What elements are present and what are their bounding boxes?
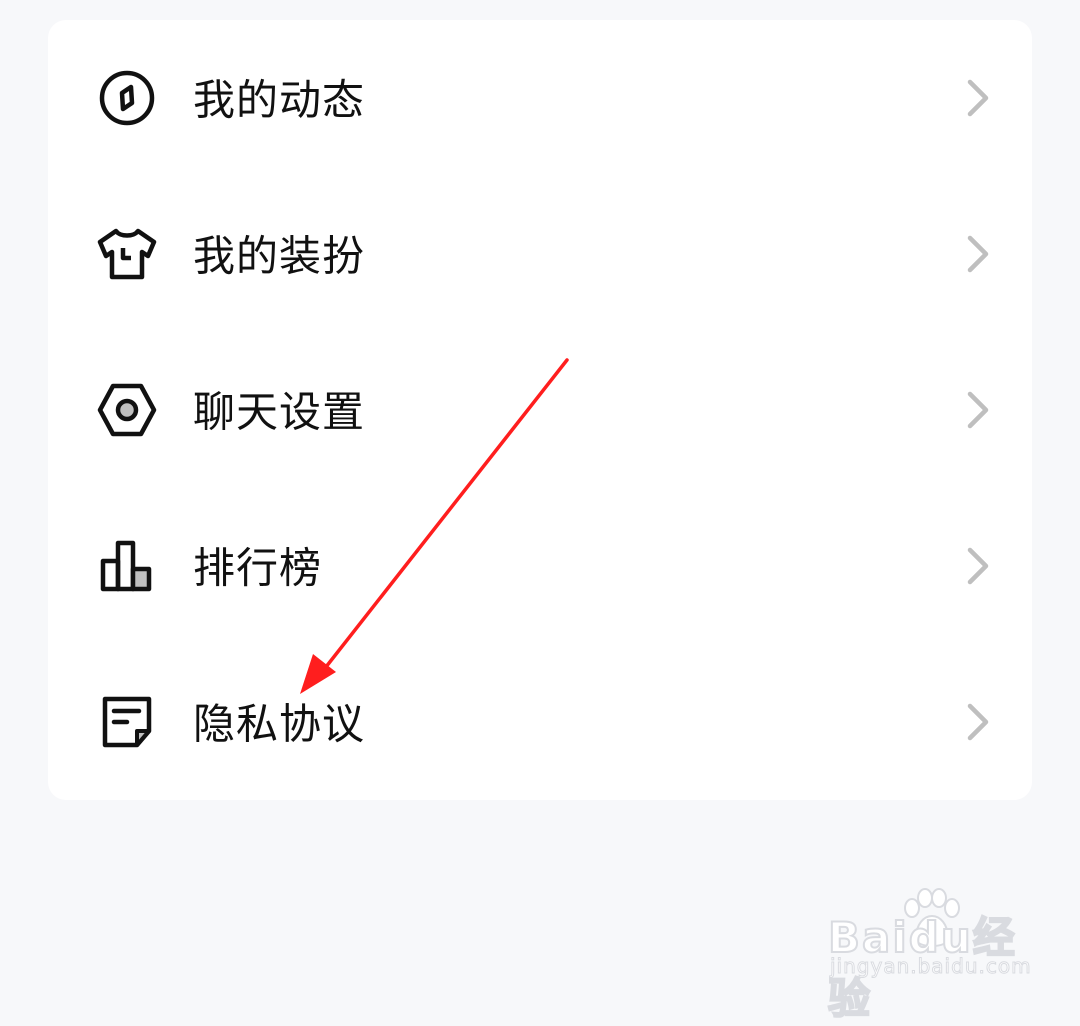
- chevron-right-icon: [967, 235, 989, 273]
- baidu-jingyan-watermark: Baidu经验 jingyan.baidu.com: [820, 888, 1050, 1024]
- chevron-right-icon: [967, 391, 989, 429]
- chevron-right-icon: [967, 79, 989, 117]
- settings-menu-card: 我的动态 我的装扮 聊天设置 排行榜 隐私协议: [48, 20, 1032, 800]
- menu-item-label: 我的装扮: [193, 231, 366, 281]
- compass-icon: [96, 67, 158, 129]
- settings-hexagon-icon: [96, 379, 158, 441]
- menu-item-label: 我的动态: [193, 75, 366, 125]
- menu-item-label: 排行榜: [193, 543, 323, 593]
- bar-chart-icon: [96, 535, 158, 597]
- menu-item-chat-settings[interactable]: 聊天设置: [48, 332, 1032, 488]
- chevron-right-icon: [967, 703, 989, 741]
- menu-item-my-outfit[interactable]: 我的装扮: [48, 176, 1032, 332]
- document-icon: [96, 691, 158, 753]
- menu-item-my-posts[interactable]: 我的动态: [48, 20, 1032, 176]
- menu-item-label: 隐私协议: [193, 699, 366, 749]
- shirt-icon: [96, 223, 158, 285]
- menu-item-privacy-policy[interactable]: 隐私协议: [48, 644, 1032, 800]
- menu-item-leaderboard[interactable]: 排行榜: [48, 488, 1032, 644]
- watermark-url: jingyan.baidu.com: [830, 954, 1032, 979]
- chevron-right-icon: [967, 547, 989, 585]
- menu-item-label: 聊天设置: [193, 387, 366, 437]
